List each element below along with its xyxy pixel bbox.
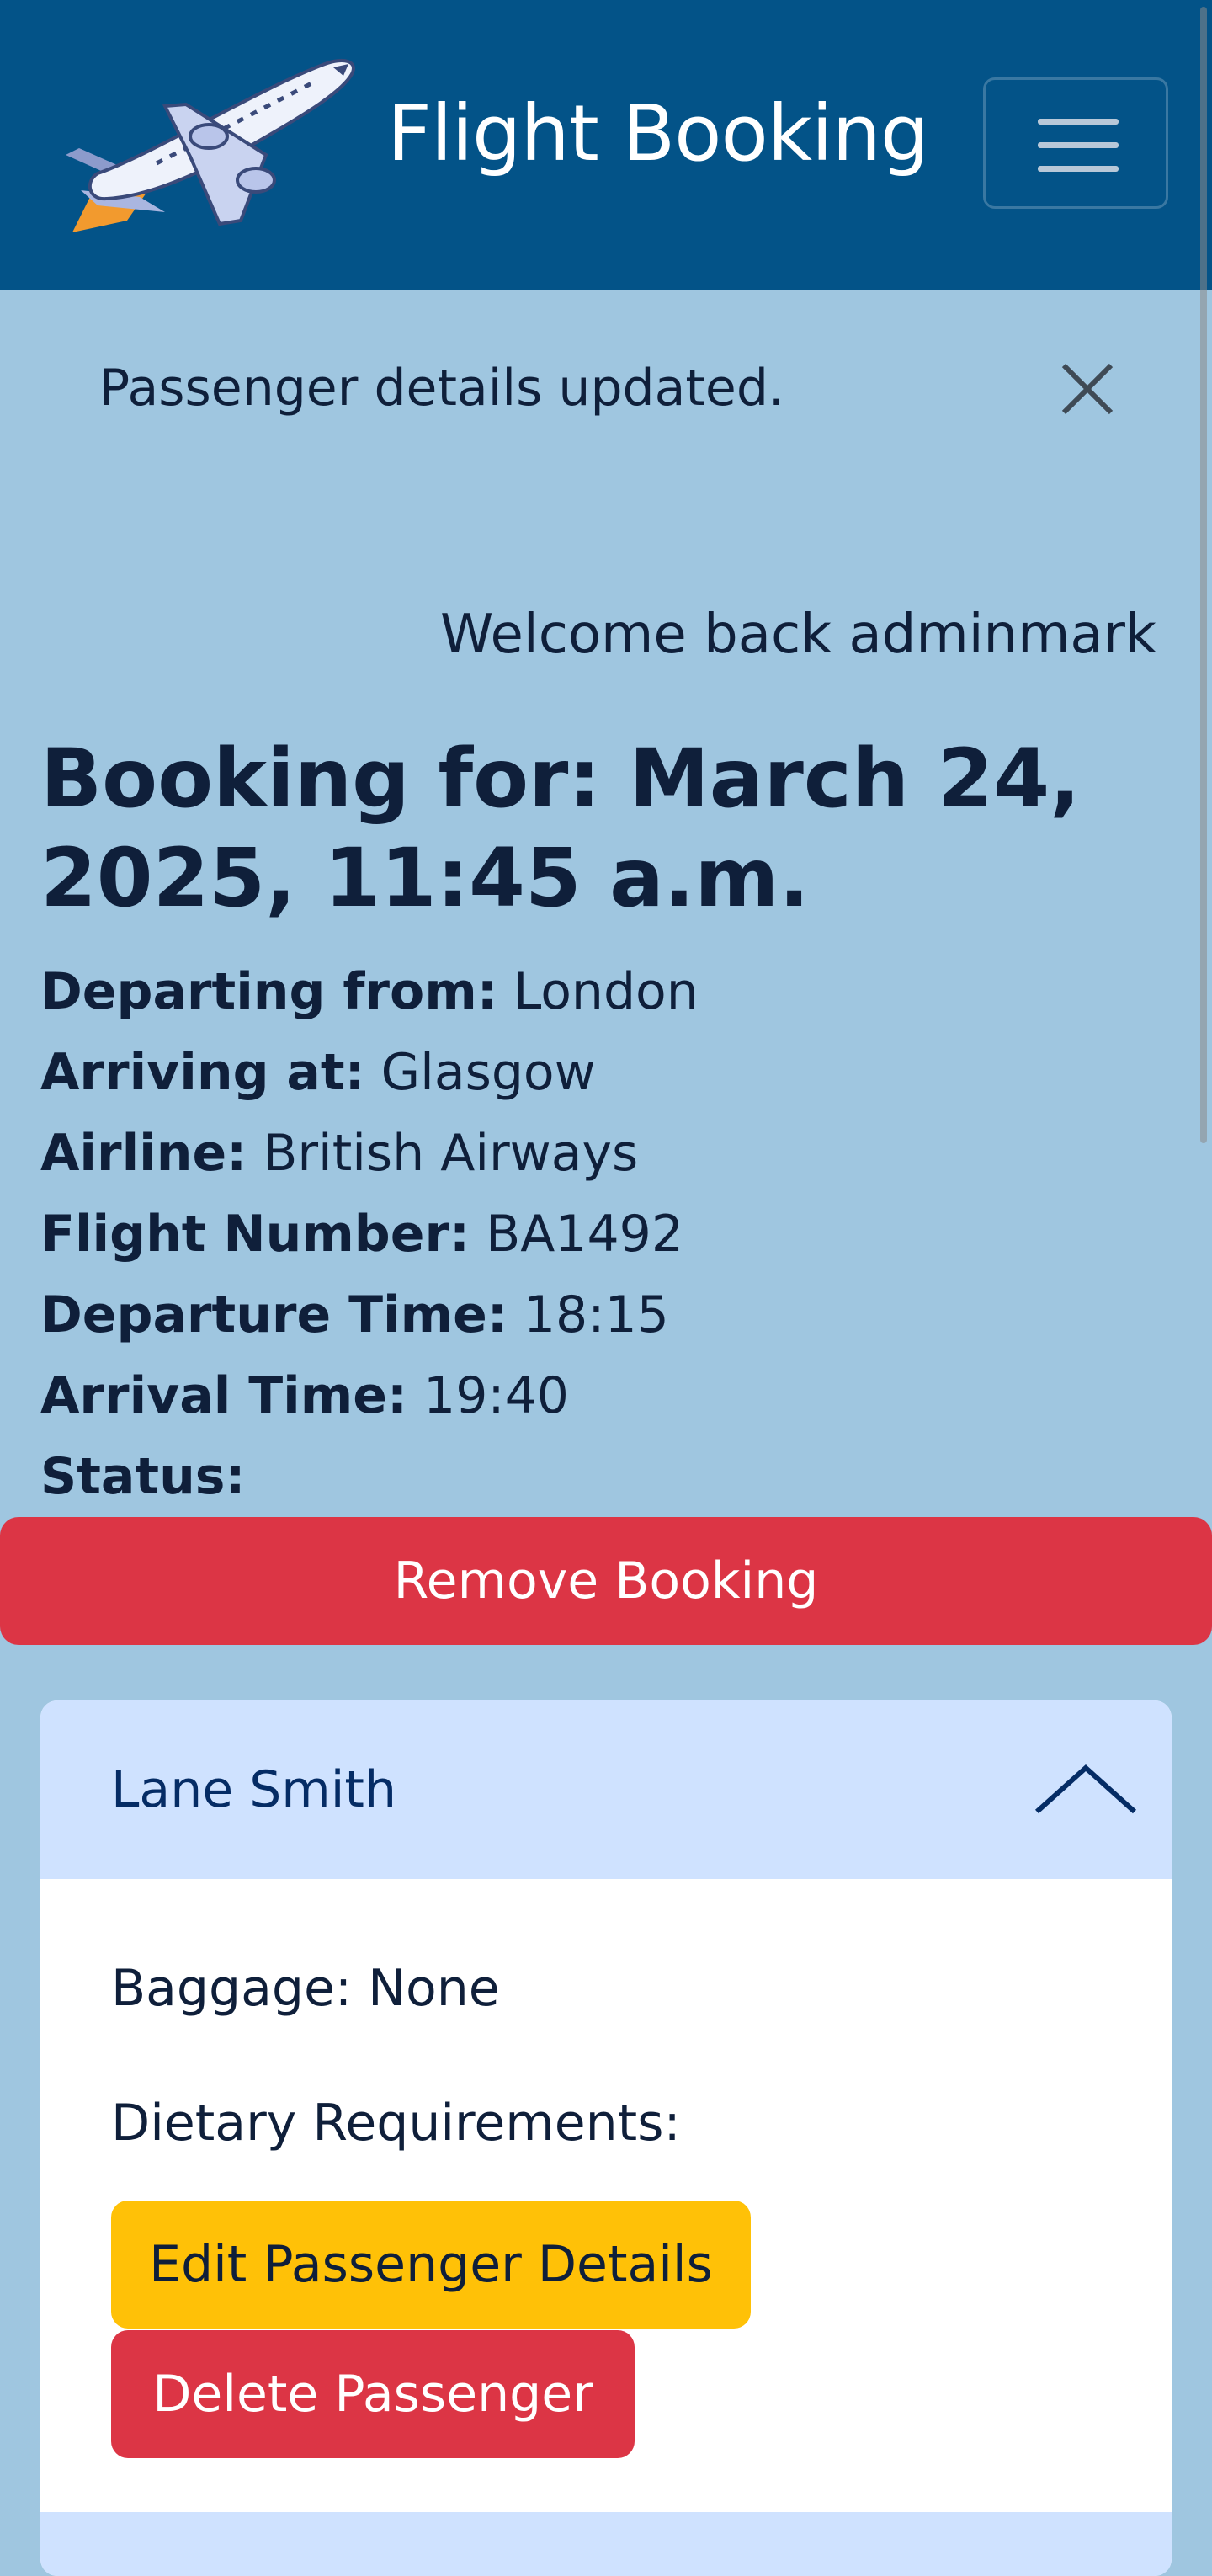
detail-value: 19:40	[423, 1366, 569, 1425]
passenger-card: Lane Smith Baggage: None Dietary Require…	[40, 1700, 1172, 2576]
detail-departing: Departing from: London	[40, 958, 1168, 1039]
hamburger-menu-icon	[1038, 119, 1119, 125]
passenger-name: Lane Smith	[111, 1760, 396, 1819]
detail-value: BA1492	[486, 1205, 684, 1264]
detail-airline: Airline: British Airways	[40, 1120, 1168, 1200]
brand-title[interactable]: Flight Booking	[387, 88, 929, 180]
detail-label: Departure Time:	[40, 1285, 508, 1344]
remove-booking-button[interactable]: Remove Booking	[0, 1517, 1212, 1645]
menu-toggle-button[interactable]	[983, 77, 1168, 209]
welcome-message: Welcome back adminmark	[440, 604, 1156, 666]
detail-label: Flight Number:	[40, 1205, 470, 1264]
detail-departure-time: Departure Time: 18:15	[40, 1281, 1168, 1362]
delete-passenger-button[interactable]: Delete Passenger	[111, 2330, 635, 2458]
dietary-requirements: Dietary Requirements:	[111, 2094, 681, 2153]
detail-value: 18:15	[523, 1285, 669, 1344]
detail-label: Status:	[40, 1447, 246, 1506]
close-icon[interactable]	[1052, 354, 1123, 424]
hamburger-menu-icon	[1038, 166, 1119, 172]
detail-arriving: Arriving at: Glasgow	[40, 1039, 1168, 1120]
detail-flight-number: Flight Number: BA1492	[40, 1200, 1168, 1281]
edit-passenger-button[interactable]: Edit Passenger Details	[111, 2201, 751, 2329]
detail-arrival-time: Arrival Time: 19:40	[40, 1362, 1168, 1443]
detail-label: Airline:	[40, 1124, 247, 1183]
alert-message: Passenger details updated.	[99, 359, 784, 418]
scrollbar[interactable]	[1200, 7, 1207, 1143]
hamburger-menu-icon	[1038, 142, 1119, 148]
detail-value: Glasgow	[380, 1043, 596, 1102]
detail-label: Arrival Time:	[40, 1366, 407, 1425]
detail-value: London	[513, 962, 699, 1021]
navbar: Flight Booking	[0, 0, 1212, 290]
booking-title: Booking for: March 24, 2025, 11:45 a.m.	[40, 732, 1081, 925]
chevron-up-icon	[1034, 1763, 1138, 1817]
detail-label: Departing from:	[40, 962, 497, 1021]
airplane-icon[interactable]	[47, 56, 360, 232]
detail-value: British Airways	[263, 1124, 639, 1183]
detail-status: Status:	[40, 1443, 1168, 1524]
detail-label: Arriving at:	[40, 1043, 365, 1102]
passenger-accordion-header[interactable]: Lane Smith	[40, 1700, 1172, 1879]
next-accordion-header[interactable]	[40, 2512, 1172, 2576]
baggage-info: Baggage: None	[111, 1959, 500, 2018]
booking-details: Departing from: London Arriving at: Glas…	[40, 958, 1168, 1524]
